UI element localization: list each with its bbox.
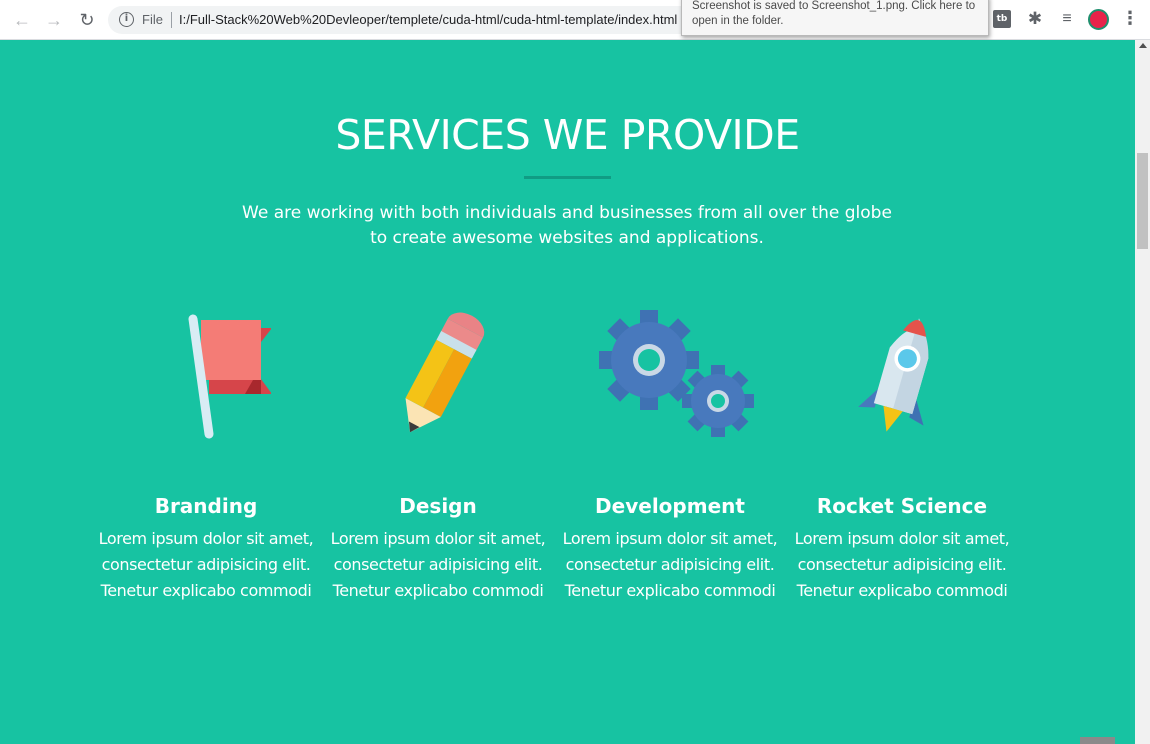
puzzle-icon[interactable]: ✱: [1026, 10, 1044, 28]
description-line: Tenetur explicabo commodi: [100, 581, 312, 600]
description-line: Tenetur explicabo commodi: [332, 581, 544, 600]
arrow-left-icon: ←: [13, 10, 31, 30]
service-design: Design Lorem ipsum dolor sit amet, conse…: [322, 302, 554, 604]
service-title: Rocket Science: [816, 494, 988, 518]
services-section: SERVICES WE PROVIDE We are working with …: [0, 40, 1135, 744]
gears-icon: [599, 310, 754, 437]
description-line: consectetur adipisicing elit.: [565, 555, 775, 574]
screenshot-tooltip[interactable]: Screenshot is saved to Screenshot_1.png.…: [681, 0, 989, 36]
service-description: Lorem ipsum dolor sit amet, consectetur …: [554, 526, 786, 604]
vertical-scrollbar[interactable]: [1135, 40, 1150, 744]
forward-button[interactable]: →: [42, 8, 66, 32]
subtitle-line: to create awesome websites and applicati…: [370, 228, 764, 248]
service-development: Development Lorem ipsum dolor sit amet, …: [554, 302, 786, 604]
description-line: Lorem ipsum dolor sit amet,: [794, 529, 1010, 548]
description-line: Lorem ipsum dolor sit amet,: [330, 529, 546, 548]
subtitle-line: We are working with both individuals and…: [242, 203, 892, 223]
omnibox-divider: [171, 12, 172, 28]
service-title: Development: [595, 494, 745, 518]
service-description: Lorem ipsum dolor sit amet, consectetur …: [90, 526, 322, 604]
service-title: Branding: [154, 494, 258, 518]
arrow-right-icon: →: [45, 10, 63, 30]
profile-avatar[interactable]: [1088, 9, 1109, 30]
description-line: Lorem ipsum dolor sit amet,: [98, 529, 314, 548]
description-line: Lorem ipsum dolor sit amet,: [562, 529, 778, 548]
reload-icon: ↻: [79, 10, 95, 30]
media-control-icon[interactable]: ≡: [1058, 10, 1076, 28]
description-line: Tenetur explicabo commodi: [564, 581, 776, 600]
description-line: consectetur adipisicing elit.: [101, 555, 311, 574]
scheme-label: File: [142, 12, 163, 27]
flag-icon: [188, 314, 271, 439]
pencil-icon: [405, 312, 485, 433]
scrollbar-thumb[interactable]: [1137, 153, 1148, 249]
title-underline: [524, 176, 611, 179]
service-branding: Branding Lorem ipsum dolor sit amet, con…: [90, 302, 322, 604]
reload-button[interactable]: ↻: [75, 8, 99, 32]
info-icon[interactable]: i: [119, 12, 134, 27]
back-button[interactable]: ←: [10, 8, 34, 32]
section-subtitle: We are working with both individuals and…: [217, 201, 917, 251]
service-description: Lorem ipsum dolor sit amet, consectetur …: [786, 526, 1018, 604]
scroll-up-arrow-icon[interactable]: [1139, 43, 1147, 48]
kebab-menu-icon[interactable]: ⋮: [1121, 8, 1139, 32]
service-rocket-science: Rocket Science Lorem ipsum dolor sit ame…: [786, 302, 1018, 604]
tb-icon[interactable]: tb: [993, 10, 1011, 28]
service-title: Design: [399, 494, 477, 518]
service-description: Lorem ipsum dolor sit amet, consectetur …: [322, 526, 554, 604]
rocket-icon: [858, 318, 929, 432]
browser-toolbar: ← → ↻ i File I:/Full-Stack%20Web%20Devle…: [0, 0, 1150, 40]
section-title: SERVICES WE PROVIDE: [335, 111, 800, 159]
description-line: consectetur adipisicing elit.: [333, 555, 543, 574]
description-line: Tenetur explicabo commodi: [796, 581, 1008, 600]
bottom-edge-tab: [1080, 737, 1115, 744]
description-line: consectetur adipisicing elit.: [797, 555, 1007, 574]
